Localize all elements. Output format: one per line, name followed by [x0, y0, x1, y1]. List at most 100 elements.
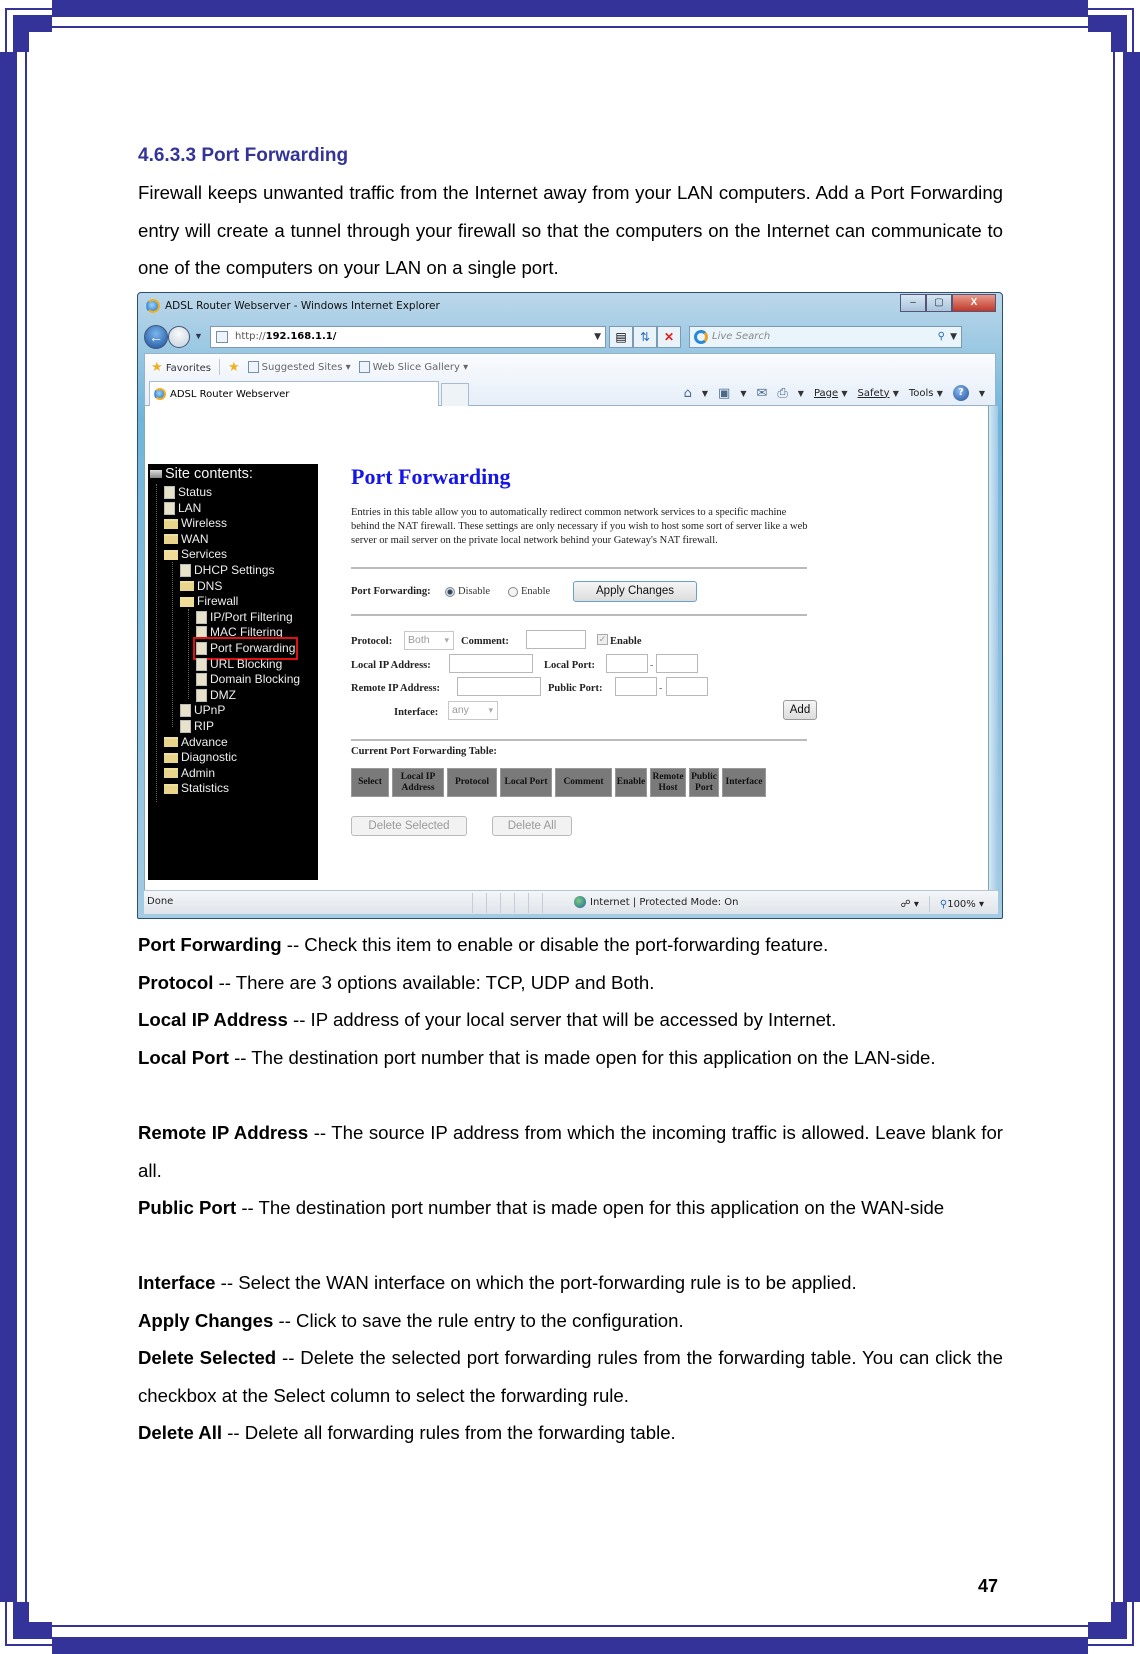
enable-checkbox[interactable]: ✓ — [597, 634, 608, 645]
apply-changes-button[interactable]: Apply Changes — [573, 581, 697, 602]
radio-disable-icon[interactable] — [445, 586, 455, 597]
tree-item-rip[interactable]: RIP — [180, 718, 214, 735]
local-port-end-input[interactable] — [656, 654, 698, 673]
protocol-select[interactable]: Both — [404, 631, 454, 650]
search-icon[interactable]: ⚲ — [938, 327, 945, 347]
interface-select[interactable]: any — [448, 701, 498, 720]
folder-open-icon — [164, 549, 178, 560]
radio-enable-icon[interactable] — [508, 586, 518, 597]
compatibility-view-icon[interactable]: ▤ — [609, 326, 633, 348]
public-port-start-input[interactable] — [615, 677, 657, 696]
folder-icon — [164, 737, 178, 748]
close-button[interactable]: X — [952, 294, 996, 312]
radio-disable[interactable]: Disable — [445, 586, 490, 597]
column-header-public-port: Public Port — [689, 768, 719, 797]
minimize-button[interactable]: – — [900, 294, 926, 312]
command-bar: ⌂ ▼ ▣ ▼ ✉ ⎙ ▼ Page ▼ Safety ▼ Tools ▼ ? ▼ — [683, 385, 985, 401]
page-icon — [358, 361, 370, 373]
safety-menu[interactable]: Safety ▼ — [858, 388, 899, 399]
tab-router-webserver[interactable]: ADSL Router Webserver — [149, 381, 439, 406]
tree-item-lan[interactable]: LAN — [164, 500, 201, 517]
tree-item-advance[interactable]: Advance — [164, 734, 228, 751]
popup-blocker-icon[interactable]: ☍ ▾ — [901, 899, 919, 910]
ie-logo-icon — [146, 299, 160, 313]
mail-icon[interactable]: ✉ — [756, 386, 767, 401]
address-bar[interactable]: http://192.168.1.1/ ▼ — [210, 326, 606, 348]
section-heading: 4.6.3.3 Port Forwarding — [138, 145, 349, 166]
search-dropdown-icon[interactable]: ▼ — [950, 327, 957, 347]
folder-icon — [180, 581, 194, 592]
column-header-enable: Enable — [615, 768, 647, 797]
tree-item-dns[interactable]: DNS — [180, 578, 222, 595]
tree-item-mac-filtering[interactable]: MAC Filtering — [196, 624, 283, 641]
feeds-icon[interactable]: ▣ — [718, 386, 730, 401]
tree-item-admin[interactable]: Admin — [164, 765, 215, 782]
radio-enable[interactable]: Enable — [508, 586, 550, 597]
security-zone[interactable]: Internet | Protected Mode: On — [574, 896, 738, 908]
page-viewport: Site contents: Status LAN Wireless WAN Servi… — [144, 406, 988, 890]
router-page-title: Port Forwarding — [351, 464, 511, 489]
tree-item-upnp[interactable]: UPnP — [180, 702, 225, 719]
tree-item-ip-port-filtering[interactable]: IP/Port Filtering — [196, 609, 293, 626]
maximize-button[interactable]: ▢ — [926, 294, 952, 312]
tree-item-port-forwarding[interactable]: Port Forwarding — [192, 637, 299, 660]
zoom-control[interactable]: ⚲100% ▾ — [940, 899, 984, 910]
add-favorite-icon[interactable]: ★ — [228, 360, 240, 375]
tree-item-domain-blocking[interactable]: Domain Blocking — [196, 671, 300, 688]
new-tab-button[interactable] — [441, 383, 469, 406]
tree-item-dmz[interactable]: DMZ — [196, 687, 236, 704]
frame-left-line — [25, 32, 27, 1622]
add-button[interactable]: Add — [783, 700, 817, 720]
tools-menu[interactable]: Tools ▼ — [909, 388, 943, 399]
stop-icon[interactable]: ✕ — [657, 326, 681, 348]
divider — [351, 614, 807, 616]
folder-icon — [164, 534, 178, 545]
tree-item-status[interactable]: Status — [164, 484, 212, 501]
tree-item-diagnostic[interactable]: Diagnostic — [164, 749, 237, 766]
suggested-sites-link[interactable]: Suggested Sites ▾ — [247, 361, 351, 373]
tree-item-wireless[interactable]: Wireless — [164, 515, 227, 532]
comment-input[interactable] — [526, 630, 586, 649]
definition-text: -- Click to save the rule entry to the c… — [273, 1310, 684, 1331]
favorites-button[interactable]: ★ Favorites — [151, 360, 211, 375]
public-port-end-input[interactable] — [666, 677, 708, 696]
remote-ip-input[interactable] — [457, 677, 541, 696]
delete-selected-button[interactable]: Delete Selected — [351, 816, 467, 836]
frame-right-bar — [1123, 52, 1140, 1602]
tree-item-statistics[interactable]: Statistics — [164, 780, 229, 797]
vertical-scrollbar[interactable] — [988, 406, 998, 890]
frame-bottom-bar — [52, 1637, 1088, 1654]
tree-item-url-blocking[interactable]: URL Blocking — [196, 656, 282, 673]
frame-top-line — [52, 26, 1088, 28]
tree-item-services[interactable]: Services — [164, 546, 227, 563]
definition-item: Local Port -- The destination port numbe… — [138, 1039, 1003, 1077]
local-ip-input[interactable] — [449, 654, 533, 673]
print-icon[interactable]: ⎙ — [777, 386, 787, 401]
web-slice-gallery-link[interactable]: Web Slice Gallery ▾ — [358, 361, 468, 373]
forward-button[interactable] — [168, 326, 190, 348]
window-title: ADSL Router Webserver - Windows Internet… — [165, 300, 440, 312]
document-icon — [180, 704, 191, 718]
folder-icon — [164, 518, 178, 529]
help-icon[interactable]: ? — [952, 385, 969, 401]
frame-right-line — [1113, 32, 1115, 1622]
column-header-comment: Comment — [555, 768, 612, 797]
tree-item-dhcp-settings[interactable]: DHCP Settings — [180, 562, 274, 579]
refresh-icon[interactable]: ⇅ — [633, 326, 657, 348]
divider — [351, 567, 807, 569]
address-dropdown-icon[interactable]: ▼ — [594, 327, 601, 347]
folder-icon — [164, 752, 178, 763]
home-icon[interactable]: ⌂ — [684, 386, 692, 401]
remote-ip-label: Remote IP Address: — [351, 683, 441, 694]
page-menu[interactable]: Page ▼ — [814, 388, 848, 399]
search-box[interactable]: Live Search ⚲ ▼ — [689, 326, 962, 348]
back-button[interactable]: ← — [144, 325, 168, 349]
tree-item-firewall[interactable]: Firewall — [180, 593, 238, 610]
definition-text: -- Select the WAN interface on which the… — [215, 1272, 857, 1293]
delete-all-button[interactable]: Delete All — [492, 816, 572, 836]
local-port-start-input[interactable] — [606, 654, 648, 673]
document-icon — [164, 501, 175, 515]
public-port-label: Public Port: — [548, 683, 603, 694]
history-dropdown-icon[interactable]: ▼ — [194, 331, 203, 341]
tree-item-wan[interactable]: WAN — [164, 531, 209, 548]
